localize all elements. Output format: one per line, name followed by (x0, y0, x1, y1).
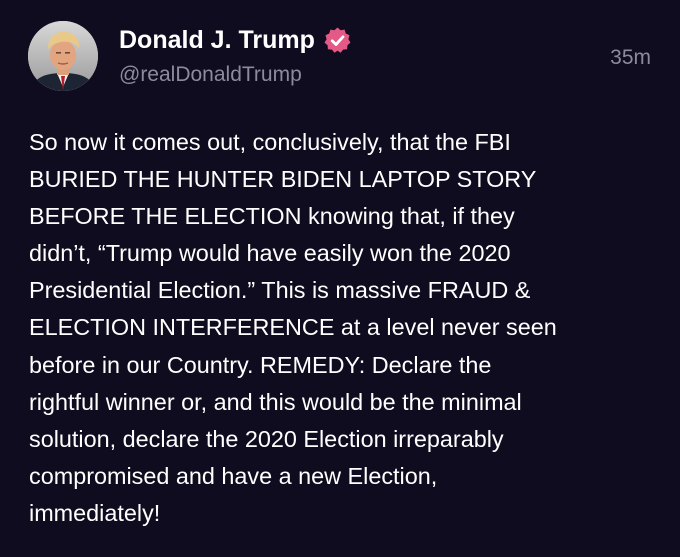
author-display-name[interactable]: Donald J. Trump (119, 25, 315, 55)
post-timestamp[interactable]: 35m (610, 45, 651, 71)
avatar-image (28, 21, 98, 91)
post-card: Donald J. Trump @realDonaldTrump 35m So … (0, 0, 680, 557)
author-handle[interactable]: @realDonaldTrump (119, 62, 302, 88)
verified-badge-icon (323, 26, 352, 55)
post-body-text: So now it comes out, conclusively, that … (29, 129, 557, 526)
author-avatar[interactable] (28, 21, 98, 91)
author-name-row[interactable]: Donald J. Trump (119, 25, 352, 55)
